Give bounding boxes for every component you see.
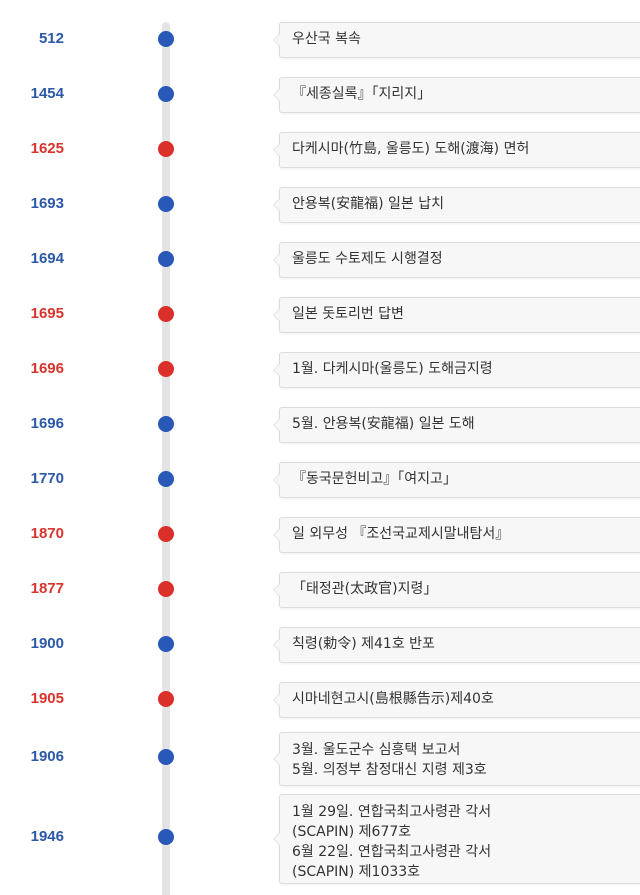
event-year: 1770 [30,470,64,487]
event-card: 우산국 복속 [273,22,640,58]
event-text: 다케시마(竹島, 울릉도) 도해(渡海) 면허 [292,141,530,157]
event-text: 6월 22일. 연합국최고사령관 각서 [292,844,492,860]
event-card: 안용복(安龍福) 일본 납치 [273,187,640,223]
event-year: 1877 [30,580,64,597]
event-marker-dot [158,361,174,377]
event-text: (SCAPIN) 제677호 [292,824,412,840]
event-year: 1900 [30,635,64,652]
event-text: 1월. 다케시마(울릉도) 도해금지령 [292,361,493,377]
event-text: 3월. 울도군수 심흥택 보고서 [292,742,461,758]
event-text: 울릉도 수토제도 시행결정 [292,251,443,267]
event-year: 1870 [30,525,64,542]
event-card: 1월 29일. 연합국최고사령관 각서 (SCAPIN) 제677호 6월 22… [273,794,640,884]
event-card: 시마네현고시(島根縣告示)제40호 [273,682,640,718]
event-card: 울릉도 수토제도 시행결정 [273,242,640,278]
event-year: 1946 [30,828,64,845]
event-year: 512 [38,30,64,47]
event-marker-dot [158,31,174,47]
event-year: 1693 [30,195,64,212]
event-marker-dot [158,416,174,432]
event-text: 일 외무성 『조선국교제시말내탐서』 [292,526,510,542]
event-text: 5월. 안용복(安龍福) 일본 도해 [292,416,475,432]
event-marker-dot [158,749,174,765]
event-year: 1695 [30,305,64,322]
event-card: 5월. 안용복(安龍福) 일본 도해 [273,407,640,443]
event-year: 1696 [30,415,64,432]
event-card: 일 외무성 『조선국교제시말내탐서』 [273,517,640,553]
event-text: 시마네현고시(島根縣告示)제40호 [292,691,494,707]
event-text: 5월. 의정부 참정대신 지령 제3호 [292,762,487,778]
event-marker-dot [158,636,174,652]
event-year: 1694 [30,250,64,267]
event-text: 「태정관(太政官)지령」 [292,581,438,597]
event-marker-dot [158,829,174,845]
event-year: 1905 [30,690,64,707]
event-text: (SCAPIN) 제1033호 [292,864,421,880]
event-text: 『동국문헌비고』「여지고」 [292,471,457,487]
event-year: 1625 [30,140,64,157]
event-marker-dot [158,196,174,212]
event-card: 다케시마(竹島, 울릉도) 도해(渡海) 면허 [273,132,640,168]
event-card: 3월. 울도군수 심흥택 보고서 5월. 의정부 참정대신 지령 제3호 [273,732,640,786]
event-year: 1454 [30,85,64,102]
event-year: 1906 [30,748,64,765]
history-timeline: 512 우산국 복속 1454 『세종실록』「지리지」 1625 다케시마(竹島… [0,0,640,895]
event-text: 1월 29일. 연합국최고사령관 각서 [292,804,492,820]
event-card: 「태정관(太政官)지령」 [273,572,640,608]
event-card: 일본 돗토리번 답변 [273,297,640,333]
event-marker-dot [158,581,174,597]
event-text: 일본 돗토리번 답변 [292,306,404,322]
event-text: 우산국 복속 [292,31,361,47]
event-card: 『세종실록』「지리지」 [273,77,640,113]
event-marker-dot [158,691,174,707]
event-marker-dot [158,141,174,157]
event-marker-dot [158,86,174,102]
event-marker-dot [158,471,174,487]
event-marker-dot [158,251,174,267]
event-marker-dot [158,526,174,542]
event-card: 『동국문헌비고』「여지고」 [273,462,640,498]
event-text: 안용복(安龍福) 일본 납치 [292,196,444,212]
event-year: 1696 [30,360,64,377]
event-text: 칙령(勅令) 제41호 반포 [292,636,435,652]
event-marker-dot [158,306,174,322]
event-card: 1월. 다케시마(울릉도) 도해금지령 [273,352,640,388]
event-text: 『세종실록』「지리지」 [292,86,432,102]
event-card: 칙령(勅令) 제41호 반포 [273,627,640,663]
